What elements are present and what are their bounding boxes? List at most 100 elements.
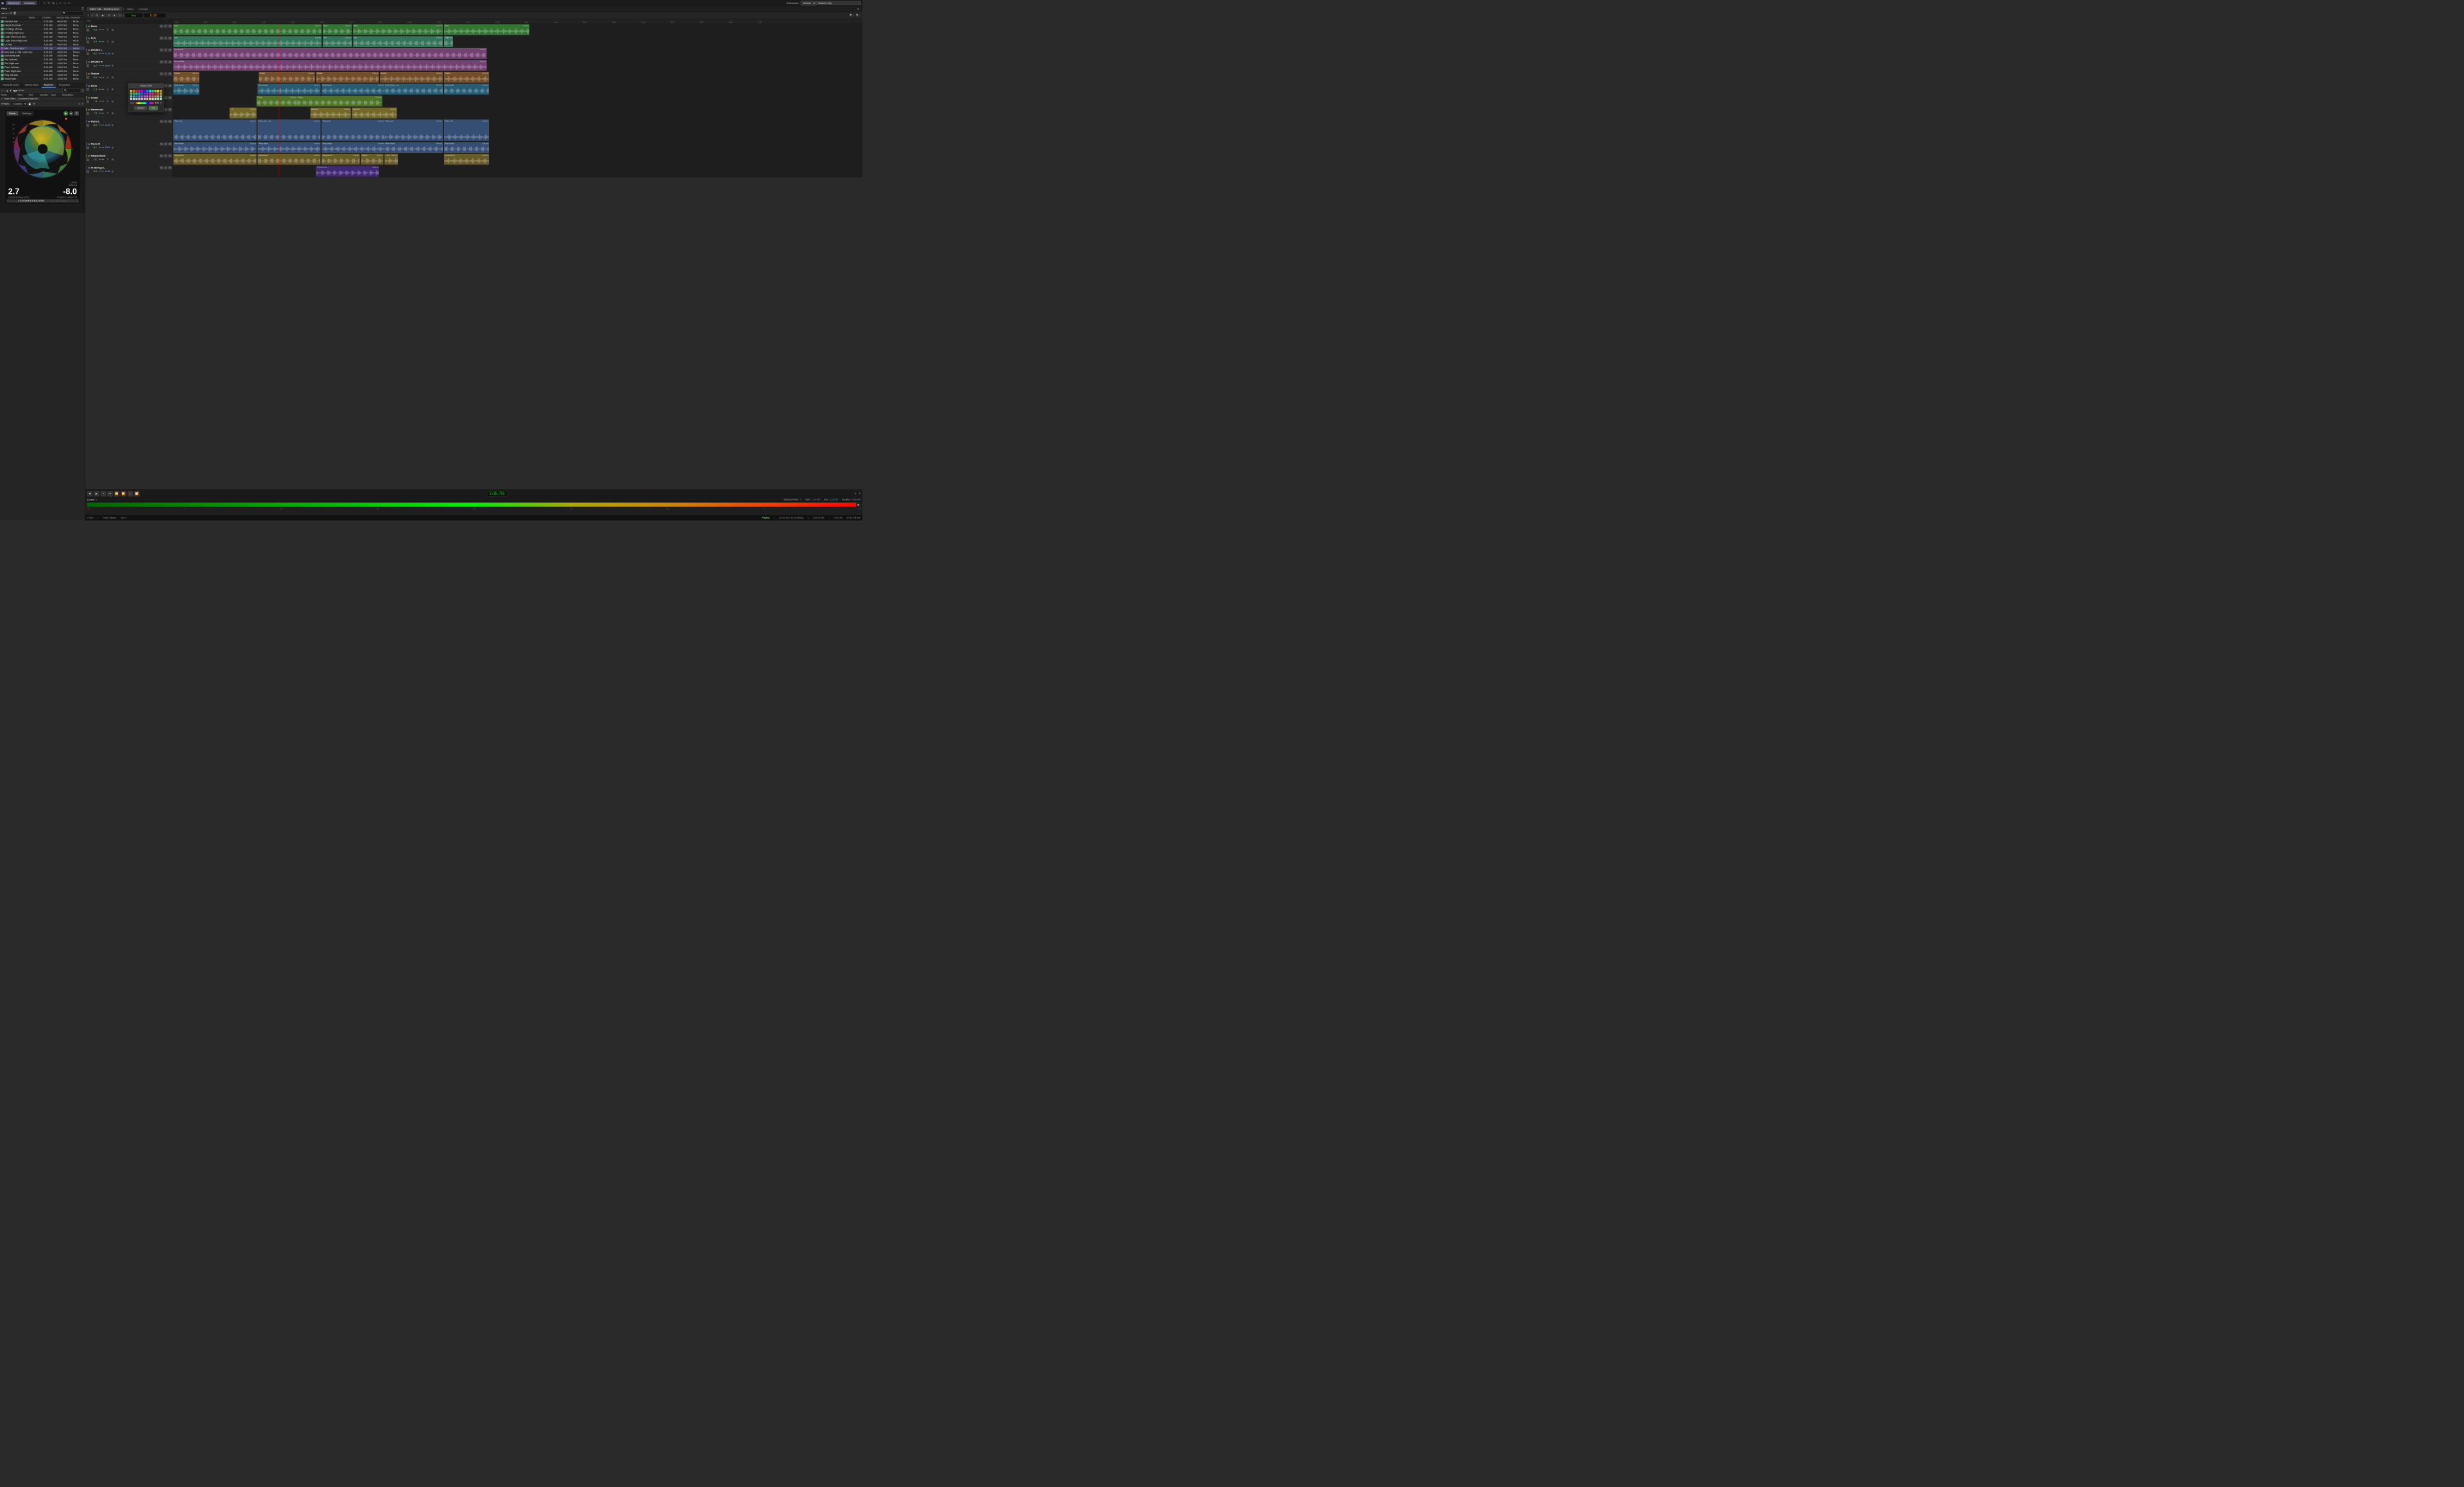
track-fx-icon-shaker[interactable]: ⊞ (112, 76, 114, 80)
panel-tab-effects-rack[interactable]: Effects Rack (22, 83, 41, 88)
track-pan-drums_l[interactable]: L100 (105, 53, 111, 55)
clip-drums_r-0[interactable]: Drums RightVolume (173, 60, 486, 71)
clip-drums_l-0[interactable]: Drums LeftVolume (173, 48, 486, 59)
track-pan-sub[interactable]: 0 (105, 40, 111, 43)
color-swatch-11[interactable] (160, 90, 162, 92)
preset-settings-icon[interactable]: ⚙ (78, 103, 80, 105)
clip-harpsichord-4[interactable]: ...ordVolume (384, 154, 398, 165)
track-vol-piano_r[interactable]: -5.1 (90, 146, 97, 149)
markers-col-desc[interactable]: Description (62, 94, 85, 96)
radar-reset-btn[interactable]: ↺ (74, 111, 79, 116)
track-mute-drums_r[interactable]: M (160, 60, 164, 64)
clip-piano_r-2[interactable]: Piano RightVolume (321, 142, 384, 153)
track-arm-bass[interactable]: R (168, 25, 172, 28)
presets-select[interactable]: (Custom) (11, 102, 27, 107)
track-arm-piano_l[interactable]: R (168, 120, 172, 123)
redo-btn[interactable]: ↪ (64, 1, 66, 5)
panel-tab-properties[interactable]: Properties (56, 83, 73, 88)
color-swatch-47[interactable] (160, 98, 162, 101)
track-vol-hammond[interactable]: +0 (90, 112, 97, 115)
radar-tab-settings[interactable]: Settings (19, 111, 33, 116)
editor-tab-main[interactable]: Editor: MA – Teardrop.sesx (87, 7, 122, 12)
panel-toolbar-left[interactable]: ◀ (13, 89, 15, 92)
files-up-icon[interactable]: ▴ (6, 12, 7, 15)
clip-hi_strings_l-0[interactable]: Hi String Left ...Volume (316, 166, 379, 176)
color-swatch-6[interactable] (146, 90, 149, 92)
color-swatch-28[interactable] (141, 95, 143, 98)
radar-play-btn[interactable]: ▶ (64, 111, 68, 116)
track-fx-icon-guitar[interactable]: ⊞ (112, 100, 114, 103)
search-help-input[interactable] (816, 1, 861, 5)
track-expand-hi_strings_l[interactable]: ▶ (89, 167, 90, 169)
clip-shaker-2[interactable]: ShakerVolume (316, 72, 379, 83)
track-fx-icon-hi_strings_l[interactable]: ⊞ (112, 170, 114, 173)
track-expand-echo[interactable]: ▶ (89, 85, 90, 87)
preset-save-icon[interactable]: 💾 (28, 103, 31, 105)
toolbar-play-btn[interactable]: ▶ (101, 13, 106, 17)
clip-bass-0[interactable]: BassVolume (173, 24, 321, 35)
panel-toolbar-add[interactable]: + (1, 89, 3, 92)
panel-toolbar-last[interactable]: ⏭ (21, 89, 23, 92)
clip-echo-4[interactable]: Echo breakVolume (444, 84, 489, 95)
col-header-duration[interactable]: Duration (42, 17, 56, 19)
color-swatch-12[interactable] (130, 92, 133, 95)
track-solo-sub[interactable]: S (164, 37, 168, 40)
track-pan-hi_strings_l[interactable]: L100 (105, 170, 111, 173)
clip-bass-1[interactable]: BassVolume (323, 24, 352, 35)
color-swatch-39[interactable] (138, 98, 141, 101)
track-solo-bass[interactable]: S (164, 25, 168, 28)
track-vol-guitar[interactable]: -8 (90, 100, 97, 103)
track-solo-harpsichord[interactable]: S (164, 154, 168, 157)
color-swatch-35[interactable] (160, 95, 162, 98)
color-swatch-37[interactable] (133, 98, 135, 101)
files-refresh-icon[interactable]: ↻ (10, 12, 12, 15)
files-close-icon[interactable]: ✕ (8, 7, 10, 10)
color-swatch-16[interactable] (141, 92, 143, 95)
track-expand-harpsichord[interactable]: ▶ (89, 155, 90, 157)
clip-piano_l-4[interactable]: Piano LeftVolume (444, 119, 489, 141)
col-header-name[interactable]: Name (1, 17, 28, 19)
clip-guitar-1[interactable]: Guitar...Volume (297, 96, 382, 107)
radar-stop-btn[interactable]: ■ (69, 111, 73, 116)
track-fx-icon-piano_l[interactable]: ⊞ (112, 124, 114, 127)
levels-close-icon[interactable]: ✕ (95, 498, 97, 501)
color-swatch-43[interactable] (149, 98, 151, 101)
transport-play[interactable]: ▶ (94, 491, 99, 496)
track-fx-icon-echo[interactable]: ⊞ (112, 88, 114, 91)
track-solo-shaker[interactable]: S (164, 73, 168, 76)
markers-menu-icon[interactable]: ☰ (81, 89, 83, 92)
panel-tab-markers[interactable]: Markers (42, 83, 56, 88)
color-swatch-18[interactable] (146, 92, 149, 95)
color-swatch-13[interactable] (133, 92, 135, 95)
files-delete-icon[interactable]: 🗑 (13, 12, 16, 15)
color-swatch-23[interactable] (160, 92, 162, 95)
track-arm-hammond[interactable]: R (168, 108, 172, 111)
color-swatch-0[interactable] (130, 90, 133, 92)
sel-view-close[interactable]: ✕ (800, 499, 802, 501)
transport-rewind-start[interactable]: ⏮ (107, 491, 112, 496)
transport-forward[interactable]: ⏩ (121, 491, 126, 496)
track-expand-drums_r[interactable]: ▶ (89, 61, 90, 64)
track-pan-bass[interactable]: 0 (105, 29, 111, 31)
clip-echo-0[interactable]: Echo breakVolume (173, 84, 199, 95)
track-vol-echo[interactable]: -7.3 (90, 89, 97, 91)
track-fx-icon-drums_r[interactable]: ⊞ (112, 64, 114, 67)
track-mute-sub[interactable]: M (160, 37, 164, 40)
toolbar-rec-btn[interactable]: ⏺ (112, 13, 117, 17)
markers-col-name[interactable]: Name (1, 94, 17, 96)
track-vol-hi_strings_l[interactable]: -4.5 (90, 170, 97, 173)
clip-hammond-1[interactable]: HamondVolume (311, 108, 351, 119)
track-vol-shaker[interactable]: -5.8 (90, 76, 97, 79)
track-solo-hammond[interactable]: S (164, 108, 168, 111)
transport-rewind[interactable]: ⏪ (114, 491, 119, 496)
clip-piano_r-1[interactable]: Piano RightVolume (257, 142, 320, 153)
timeline-zoom-out[interactable]: 🔍− (856, 14, 860, 17)
track-vol-drums_r[interactable]: -6.2 (90, 64, 97, 67)
track-pan-piano_r[interactable]: R100 (105, 146, 111, 149)
track-expand-guitar[interactable]: ▶ (89, 96, 90, 99)
color-swatch-31[interactable] (149, 95, 151, 98)
color-swatch-33[interactable] (154, 95, 157, 98)
track-pan-harpsichord[interactable]: 0 (105, 159, 111, 161)
color-swatch-3[interactable] (138, 90, 141, 92)
toolbar-loop-btn[interactable]: ↺ (107, 13, 112, 17)
